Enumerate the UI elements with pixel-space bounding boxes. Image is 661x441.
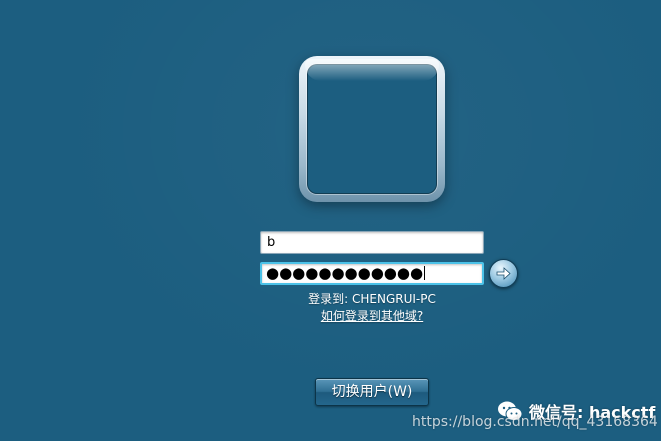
- password-mask: ●●●●●●●●●●●●: [266, 264, 424, 282]
- switch-user-button[interactable]: 切换用户(W): [315, 378, 429, 406]
- submit-button[interactable]: [489, 259, 518, 288]
- text-caret: [424, 266, 426, 280]
- arrow-right-icon: [496, 267, 511, 280]
- csdn-watermark: https://blog.csdn.net/qq_43168364: [412, 414, 658, 430]
- login-to-label: 登录到: CHENGRUI-PC: [308, 292, 436, 306]
- username-value: b: [267, 235, 276, 250]
- user-picture-frame: [299, 56, 445, 202]
- password-input[interactable]: ●●●●●●●●●●●●: [260, 262, 484, 285]
- username-input[interactable]: b: [260, 231, 484, 254]
- other-domain-link[interactable]: 如何登录到其他域?: [260, 307, 484, 324]
